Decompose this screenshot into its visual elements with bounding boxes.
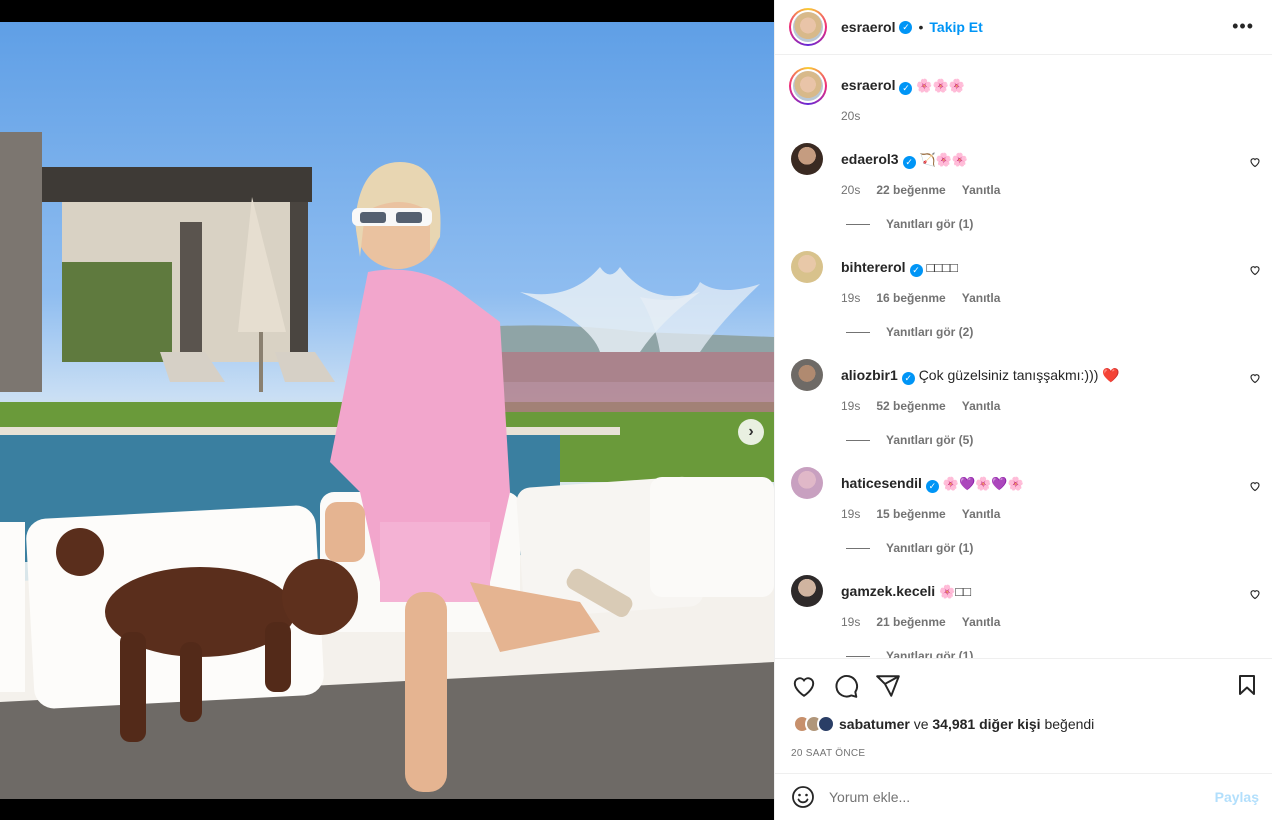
save-button[interactable] bbox=[1235, 673, 1259, 700]
comment-meta: 19s 21 beğenme Yanıtla bbox=[841, 615, 1000, 629]
view-replies-button[interactable]: Yanıtları gör (1) bbox=[846, 649, 973, 658]
post-side-panel: esraerol ✓ • Takip Et ••• esraerol ✓ 🌸🌸🌸 … bbox=[774, 0, 1272, 820]
comment-body: haticesendil ✓ 🌸💜🌸💜🌸 bbox=[841, 475, 1024, 493]
comment-item: bihtererol ✓ □□□□ 19s 16 beğenme Yanıtla Ya… bbox=[791, 251, 1261, 359]
commenter-username[interactable]: edaerol3 bbox=[841, 151, 899, 167]
instagram-post-viewer: › esraerol ✓ • Takip Et ••• esraerol ✓ 🌸🌸… bbox=[0, 0, 1272, 820]
comment-meta: 19s 52 beğenme Yanıtla bbox=[841, 399, 1000, 413]
comment-time[interactable]: 20s bbox=[841, 183, 860, 197]
comment-body: bihtererol ✓ □□□□ bbox=[841, 259, 958, 277]
post-header: esraerol ✓ • Takip Et ••• bbox=[775, 0, 1272, 55]
comment-meta: 19s 15 beğenme Yanıtla bbox=[841, 507, 1000, 521]
comment-item: haticesendil ✓ 🌸💜🌸💜🌸 19s 15 beğenme Yanıtla… bbox=[791, 467, 1261, 575]
liker-avatar[interactable] bbox=[817, 715, 835, 733]
comment-heart-icon[interactable] bbox=[1249, 372, 1261, 384]
comment-likes[interactable]: 52 beğenme bbox=[876, 399, 945, 413]
comment-likes[interactable]: 16 beğenme bbox=[876, 291, 945, 305]
comment-heart-icon[interactable] bbox=[1249, 156, 1261, 168]
action-buttons bbox=[791, 673, 901, 699]
commenter-avatar[interactable] bbox=[791, 467, 823, 499]
verified-icon: ✓ bbox=[909, 264, 923, 277]
commenter-username[interactable]: haticesendil bbox=[841, 475, 922, 491]
comment-item: edaerol3 ✓ 🏹🌸🌸 20s 22 beğenme Yanıtla Yanıt… bbox=[791, 143, 1261, 251]
verified-icon: ✓ bbox=[899, 20, 913, 34]
verified-icon: ✓ bbox=[901, 372, 915, 385]
top-black-bar bbox=[0, 0, 774, 22]
comment-meta: 20s 22 beğenme Yanıtla bbox=[841, 183, 1000, 197]
comment-item: gamzek.keceli 🌸□□ 19s 21 beğenme Yanıtla Y… bbox=[791, 575, 1261, 658]
more-icon[interactable]: ••• bbox=[1232, 16, 1254, 37]
commenter-username[interactable]: aliozbir1 bbox=[841, 367, 898, 383]
reply-button[interactable]: Yanıtla bbox=[962, 291, 1001, 305]
comment-likes[interactable]: 21 beğenme bbox=[876, 615, 945, 629]
bottom-black-bar bbox=[0, 799, 774, 820]
likes-suffix: beğendi bbox=[1040, 716, 1095, 732]
follow-button[interactable]: Takip Et bbox=[929, 19, 982, 35]
comment-text: 🌸💜🌸💜🌸 bbox=[942, 476, 1024, 491]
comment-text: □□□□ bbox=[926, 260, 958, 275]
comment-heart-icon[interactable] bbox=[1249, 588, 1261, 600]
caption-text: 🌸🌸🌸 bbox=[916, 78, 965, 93]
verified-icon: ✓ bbox=[899, 82, 913, 95]
comment-text: Çok güzelsiniz tanışşakmı:))) ❤️ bbox=[918, 367, 1120, 383]
view-replies-button[interactable]: Yanıtları gör (2) bbox=[846, 325, 973, 339]
comment-body: edaerol3 ✓ 🏹🌸🌸 bbox=[841, 151, 968, 169]
post-caption: esraerol ✓ 🌸🌸🌸 20s bbox=[789, 67, 1259, 123]
comment-heart-icon[interactable] bbox=[1249, 264, 1261, 276]
reply-button[interactable]: Yanıtla bbox=[962, 507, 1001, 521]
caption-time[interactable]: 20s bbox=[841, 109, 1259, 123]
comment-time[interactable]: 19s bbox=[841, 615, 860, 629]
commenter-avatar[interactable] bbox=[791, 359, 823, 391]
comment-icon[interactable] bbox=[833, 673, 859, 699]
commenter-avatar[interactable] bbox=[791, 251, 823, 283]
comment-body: gamzek.keceli 🌸□□ bbox=[841, 583, 971, 600]
emoji-icon[interactable] bbox=[791, 785, 815, 809]
view-replies-button[interactable]: Yanıtları gör (5) bbox=[846, 433, 973, 447]
share-icon[interactable] bbox=[875, 673, 901, 699]
author-username[interactable]: esraerol bbox=[841, 19, 895, 35]
reply-button[interactable]: Yanıtla bbox=[962, 399, 1001, 413]
commenter-username[interactable]: bihtererol bbox=[841, 259, 906, 275]
comments-list[interactable]: esraerol ✓ 🌸🌸🌸 20s edaerol3 ✓ 🏹🌸🌸 20s 22 be… bbox=[775, 55, 1272, 658]
header-separator: • bbox=[918, 19, 924, 35]
view-replies-button[interactable]: Yanıtları gör (1) bbox=[846, 541, 973, 555]
commenter-avatar[interactable] bbox=[791, 143, 823, 175]
comment-heart-icon[interactable] bbox=[1249, 480, 1261, 492]
verified-icon: ✓ bbox=[902, 156, 916, 169]
reply-button[interactable]: Yanıtla bbox=[962, 183, 1001, 197]
post-timestamp[interactable]: 20 SAAT ÖNCE bbox=[791, 748, 865, 759]
comment-body: aliozbir1 ✓ Çok güzelsiniz tanışşakmı:)))… bbox=[841, 367, 1120, 385]
view-replies-button[interactable]: Yanıtları gör (1) bbox=[846, 217, 973, 231]
post-photo: › bbox=[0, 22, 774, 799]
likes-connector: ve bbox=[909, 716, 933, 732]
comment-meta: 19s 16 beğenme Yanıtla bbox=[841, 291, 1000, 305]
heart-icon[interactable] bbox=[791, 673, 817, 699]
comment-likes[interactable]: 15 beğenme bbox=[876, 507, 945, 521]
verified-icon: ✓ bbox=[925, 480, 939, 493]
caption-username[interactable]: esraerol bbox=[841, 77, 895, 93]
likes-summary: sabatumer ve 34,981 diğer kişi beğendi bbox=[793, 715, 1094, 733]
comment-text: 🌸□□ bbox=[939, 584, 971, 599]
post-actions: sabatumer ve 34,981 diğer kişi beğendi 2… bbox=[775, 658, 1272, 773]
comment-input[interactable] bbox=[829, 789, 1215, 805]
comment-time[interactable]: 19s bbox=[841, 507, 860, 521]
next-slide-button[interactable]: › bbox=[738, 419, 764, 445]
comment-item: aliozbir1 ✓ Çok güzelsiniz tanışşakmı:)))… bbox=[791, 359, 1261, 467]
commenter-avatar[interactable] bbox=[791, 575, 823, 607]
commenter-username[interactable]: gamzek.keceli bbox=[841, 583, 935, 599]
add-comment-bar: Paylaş bbox=[775, 773, 1272, 820]
comment-likes[interactable]: 22 beğenme bbox=[876, 183, 945, 197]
post-comment-button[interactable]: Paylaş bbox=[1215, 789, 1259, 805]
comment-time[interactable]: 19s bbox=[841, 399, 860, 413]
likes-others-button[interactable]: 34,981 diğer kişi bbox=[932, 716, 1040, 732]
liker-username[interactable]: sabatumer bbox=[839, 716, 910, 732]
author-avatar[interactable] bbox=[789, 8, 827, 46]
comment-time[interactable]: 19s bbox=[841, 291, 860, 305]
bookmark-icon[interactable] bbox=[1235, 673, 1259, 697]
comment-text: 🏹🌸🌸 bbox=[919, 152, 969, 167]
reply-button[interactable]: Yanıtla bbox=[962, 615, 1001, 629]
photo-illustration bbox=[0, 132, 774, 799]
caption-avatar[interactable] bbox=[789, 67, 827, 105]
